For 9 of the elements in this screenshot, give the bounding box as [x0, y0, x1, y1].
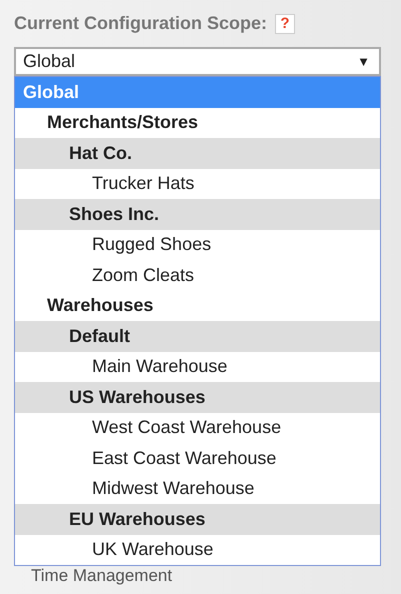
dropdown-option[interactable]: Shoes Inc. [15, 199, 380, 230]
menu-item[interactable]: Time Management [14, 566, 381, 586]
dropdown-option[interactable]: Hat Co. [15, 138, 380, 168]
scope-label: Current Configuration Scope: [14, 12, 267, 35]
dropdown-option[interactable]: Default [15, 321, 380, 352]
dropdown-option[interactable]: EU Warehouses [15, 504, 380, 534]
scope-select[interactable]: Global ▼ [14, 47, 381, 76]
dropdown-option[interactable]: US Warehouses [15, 382, 380, 412]
help-button[interactable]: ? [275, 14, 295, 34]
